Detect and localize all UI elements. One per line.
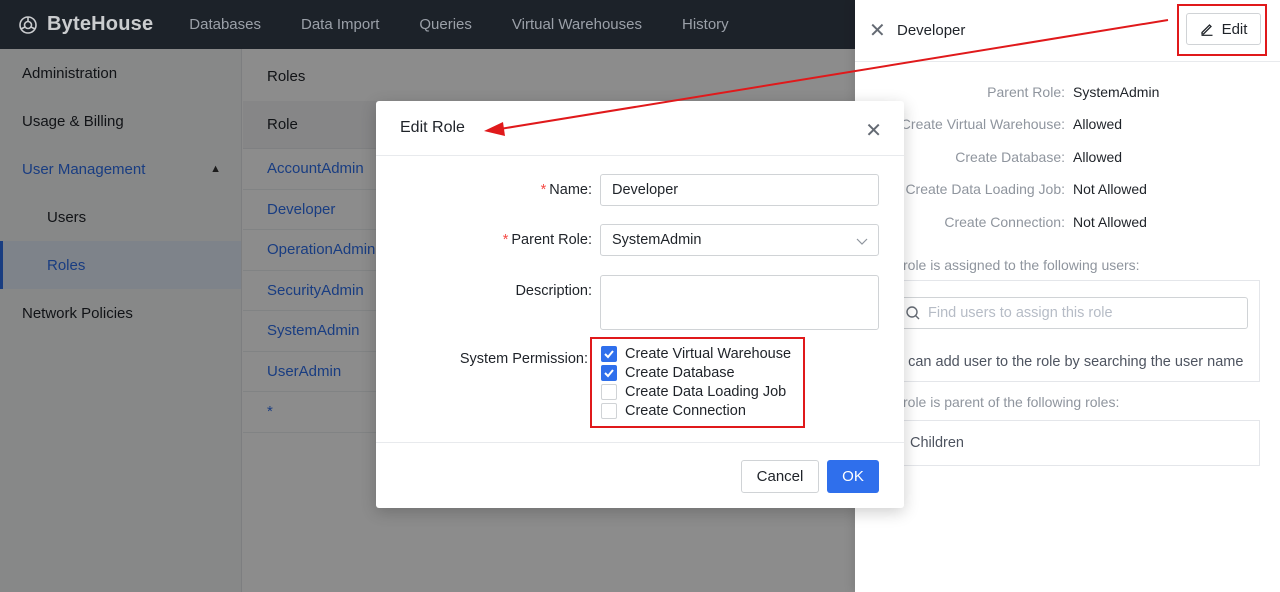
detail-create-data-loading-job: Create Data Loading Job: Not Allowed (855, 181, 1280, 201)
description-label-text: Description (515, 283, 588, 299)
permission-label: Create Virtual Warehouse (625, 346, 792, 362)
detail-parent-role: Parent Role: SystemAdmin (855, 84, 1280, 104)
edit-annotation-box (1177, 4, 1267, 56)
edit-role-modal: Edit Role ✕ * Name: Developer * Parent Rol… (376, 101, 904, 508)
detail-value: SystemAdmin (1073, 84, 1160, 100)
permission-label: Create Database (625, 365, 735, 381)
permission-label: Create Connection (625, 403, 746, 419)
required-mark: * (540, 182, 547, 198)
drawer-title: Developer (897, 22, 966, 39)
detail-key: Create Data Loading Job: (905, 181, 1065, 197)
close-icon[interactable]: ✕ (869, 18, 886, 43)
required-mark: * (502, 232, 509, 248)
detail-key: Create Database: (955, 149, 1065, 165)
name-label-text: Name (549, 182, 588, 198)
permission-label: Create Data Loading Job (625, 384, 787, 400)
detail-create-database: Create Database: Allowed (855, 149, 1280, 169)
modal-title: Edit Role (400, 119, 465, 136)
permission-create-data-loading-job[interactable]: Create Data Loading Job (601, 383, 786, 401)
name-input[interactable]: Developer (600, 174, 879, 206)
checkbox-checked-icon[interactable] (601, 346, 617, 362)
checkbox-checked-icon[interactable] (601, 365, 617, 381)
detail-create-connection: Create Connection: Not Allowed (855, 214, 1280, 234)
permission-label: System Permission: (459, 351, 588, 367)
detail-key: Create Connection: (944, 214, 1065, 230)
detail-key: Parent Role: (987, 84, 1065, 100)
assign-users-panel: Find users to assign this role u can add… (895, 280, 1260, 382)
close-icon[interactable]: ✕ (865, 118, 882, 143)
children-panel: Children (895, 420, 1260, 466)
modal-footer: Cancel OK (376, 442, 904, 508)
detail-value: Allowed (1073, 116, 1123, 132)
modal-header: Edit Role ✕ (376, 101, 904, 156)
parent-role-label-text: Parent Role (511, 232, 588, 248)
permission-highlight-box: Create Virtual Warehouse Create Database… (590, 337, 805, 428)
description-label: Description: (515, 283, 592, 299)
search-placeholder: Find users to assign this role (928, 305, 1113, 321)
parent-role-value: SystemAdmin (612, 232, 702, 248)
ok-button[interactable]: OK (827, 460, 879, 493)
assign-hint: u can add user to the role by searching … (896, 354, 1244, 370)
detail-create-virtual-warehouse: Create Virtual Warehouse: Allowed (855, 116, 1280, 136)
description-textarea[interactable] (600, 275, 879, 330)
detail-value: Allowed (1073, 149, 1123, 165)
permission-create-database[interactable]: Create Database (601, 364, 735, 382)
modal-mask-top (0, 0, 855, 49)
detail-key: Create Virtual Warehouse: (900, 116, 1065, 132)
chevron-down-icon (856, 238, 868, 245)
parent-roles-label: role is parent of the following roles: (903, 394, 1120, 410)
assigned-users-label: role is assigned to the following users: (903, 257, 1140, 273)
parent-role-select[interactable]: SystemAdmin (600, 224, 879, 256)
permission-create-connection[interactable]: Create Connection (601, 402, 746, 420)
detail-value: Not Allowed (1073, 214, 1147, 230)
parent-role-label: * Parent Role: (502, 232, 592, 248)
user-search-input[interactable]: Find users to assign this role (896, 297, 1248, 329)
children-text: Children (910, 435, 964, 451)
permission-label-text: System Permission (459, 351, 584, 367)
detail-value: Not Allowed (1073, 181, 1147, 197)
name-label: * Name: (540, 182, 592, 198)
role-detail-drawer: ✕ Developer Edit Parent Role: SystemAdmi… (855, 0, 1280, 592)
checkbox-unchecked-icon[interactable] (601, 403, 617, 419)
search-icon (906, 306, 920, 320)
permission-create-virtual-warehouse[interactable]: Create Virtual Warehouse (601, 345, 791, 363)
checkbox-unchecked-icon[interactable] (601, 384, 617, 400)
cancel-button[interactable]: Cancel (741, 460, 819, 493)
